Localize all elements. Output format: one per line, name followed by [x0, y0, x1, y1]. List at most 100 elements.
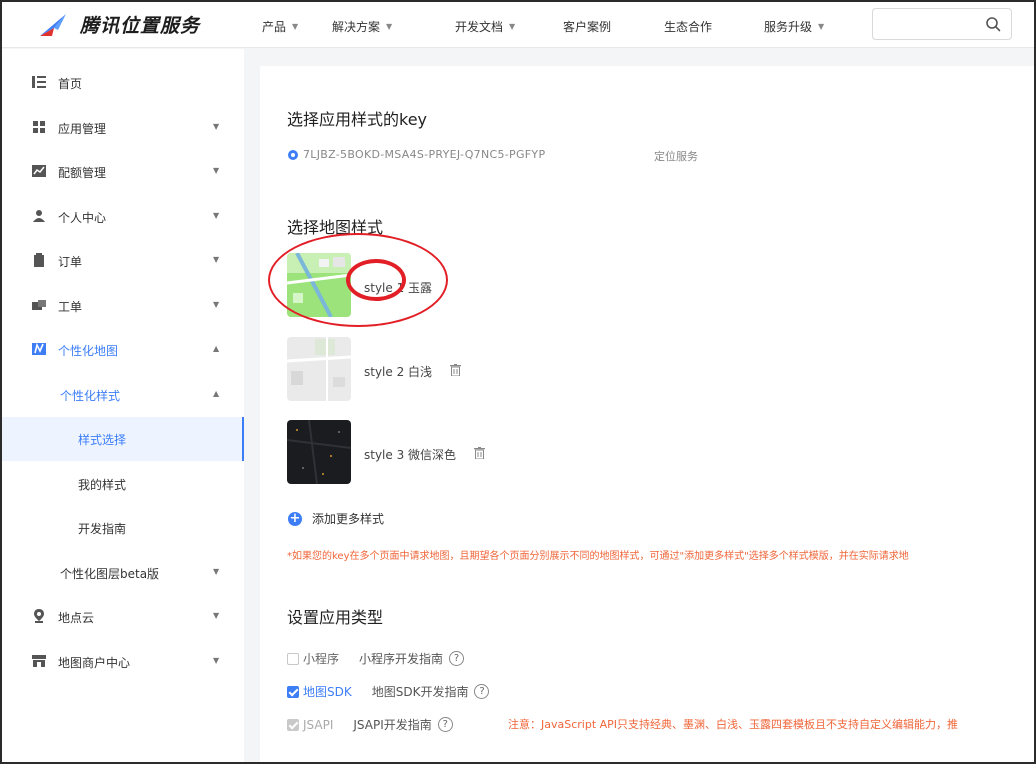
caret-down-icon: ▼	[509, 22, 516, 31]
miniprogram-guide-link[interactable]: 小程序开发指南?	[359, 650, 465, 667]
style-3-label[interactable]: style 3 微信深色	[364, 446, 456, 463]
sidebar-item-label: 开发指南	[78, 522, 127, 536]
chevron-up-icon: ▲	[213, 344, 220, 353]
sidebar-item-orders[interactable]: 订单 ▼	[2, 239, 244, 283]
chevron-down-icon: ▼	[213, 300, 220, 309]
map-sdk-label: 地图SDK	[303, 685, 352, 699]
nav-item-product[interactable]: 产品 ▼	[262, 18, 298, 35]
nav-item-ecosystem[interactable]: 生态合作	[664, 18, 712, 35]
sidebar-item-label: 我的样式	[78, 478, 127, 492]
jsapi-checkbox	[287, 718, 299, 731]
app-key-text: 7LJBZ-5BOKD-MSA4S-PRYEJ-Q7NC5-PGFYP	[303, 148, 546, 161]
sidebar-item-label: 个性化图层beta版	[60, 567, 160, 581]
brand-logo[interactable]: 腾讯位置服务	[38, 11, 200, 38]
user-icon	[33, 210, 45, 222]
nav-item-label: 生态合作	[664, 20, 713, 34]
sidebar-item-custom-map[interactable]: 个性化地图 ▲	[2, 328, 244, 372]
compass-logo-icon	[40, 13, 66, 36]
app-frame: 腾讯位置服务 产品 ▼ 解决方案 ▼ 开发文档 ▼ 客户案例 生态合作 服务升级 ▼	[0, 0, 1036, 764]
sidebar-item-label: 地图商户中心	[58, 656, 131, 670]
trash-icon[interactable]	[474, 447, 485, 459]
chevron-up-icon: ▲	[213, 389, 220, 398]
sidebar-item-label: 个性化地图	[58, 344, 119, 358]
caret-down-icon: ▼	[292, 22, 299, 31]
sidebar-item-label: 样式选择	[78, 433, 127, 447]
search-box	[872, 8, 1012, 40]
sidebar-item-custom-style[interactable]: 个性化样式 ▲	[2, 373, 244, 417]
sidebar-item-label: 个人中心	[58, 211, 107, 225]
sidebar-item-app-management[interactable]: 应用管理 ▼	[2, 106, 244, 150]
guide-label: JSAPI开发指南	[353, 718, 432, 732]
nav-item-docs[interactable]: 开发文档 ▼	[455, 18, 515, 35]
location-pin-icon	[34, 609, 44, 623]
app-type-option-jsapi: JSAPI JSAPI开发指南?	[287, 716, 453, 733]
sidebar-item-merchant-center[interactable]: 地图商户中心 ▼	[2, 640, 244, 684]
sidebar-item-label: 配额管理	[58, 166, 107, 180]
style-thumbnail-light[interactable]	[287, 337, 351, 401]
app-type-option-map-sdk: 地图SDK 地图SDK开发指南?	[287, 683, 490, 700]
guide-label: 小程序开发指南	[359, 652, 444, 666]
custom-map-icon	[32, 342, 46, 355]
jsapi-label: JSAPI	[303, 717, 334, 732]
top-header: 腾讯位置服务 产品 ▼ 解决方案 ▼ 开发文档 ▼ 客户案例 生态合作 服务升级 ▼	[2, 2, 1034, 48]
help-icon[interactable]: ?	[449, 651, 465, 666]
nav-item-label: 产品	[262, 20, 287, 34]
sidebar-item-quota-management[interactable]: 配额管理 ▼	[2, 150, 244, 194]
sidebar-item-personal-center[interactable]: 个人中心 ▼	[2, 195, 244, 239]
style-thumbnail-dark[interactable]	[287, 420, 351, 484]
add-more-styles-button[interactable]: + 添加更多样式	[288, 510, 384, 527]
chart-icon	[32, 165, 46, 177]
nav-item-label: 解决方案	[332, 20, 381, 34]
chevron-down-icon: ▼	[213, 255, 220, 264]
sidebar-item-custom-layer-beta[interactable]: 个性化图层beta版 ▼	[2, 551, 244, 595]
trash-icon[interactable]	[450, 364, 461, 376]
sidebar-item-label: 个性化样式	[60, 389, 121, 403]
plus-icon: +	[288, 510, 302, 526]
key-service-label: 定位服务	[654, 150, 698, 163]
chevron-down-icon: ▼	[213, 567, 220, 576]
grid-icon	[33, 121, 45, 133]
sidebar-item-dev-guide[interactable]: 开发指南	[2, 506, 244, 550]
key-section-title: 选择应用样式的key	[287, 110, 428, 129]
miniprogram-checkbox[interactable]	[287, 652, 299, 665]
nav-item-solutions[interactable]: 解决方案 ▼	[332, 18, 392, 35]
sidebar-item-my-styles[interactable]: 我的样式	[2, 462, 244, 506]
sidebar-item-label: 首页	[58, 77, 83, 91]
style-notice: *如果您的key在多个页面中请求地图，且期望各个页面分别展示不同的地图样式，可通…	[287, 551, 909, 562]
miniprogram-label: 小程序	[303, 652, 340, 666]
help-icon[interactable]: ?	[474, 684, 490, 699]
key-radio[interactable]	[288, 150, 298, 160]
sidebar-item-tickets[interactable]: 工单 ▼	[2, 284, 244, 328]
caret-down-icon: ▼	[386, 22, 393, 31]
sidebar-item-style-selection[interactable]: 样式选择	[2, 417, 244, 461]
sidebar-item-place-cloud[interactable]: 地点云 ▼	[2, 595, 244, 639]
main-content: 选择应用样式的key 7LJBZ-5BOKD-MSA4S-PRYEJ-Q7NC5…	[260, 66, 1034, 762]
style-2-label[interactable]: style 2 白浅	[364, 363, 432, 380]
chevron-down-icon: ▼	[213, 611, 220, 620]
nav-item-cases[interactable]: 客户案例	[563, 18, 611, 35]
nav-item-label: 服务升级	[764, 20, 813, 34]
brand-name: 腾讯位置服务	[80, 15, 201, 37]
sidebar-item-home[interactable]: 首页	[2, 61, 244, 105]
ticket-icon	[32, 300, 46, 310]
app-type-option-miniprogram: 小程序 小程序开发指南?	[287, 650, 465, 667]
search-input[interactable]	[873, 9, 983, 39]
guide-label: 地图SDK开发指南	[371, 685, 469, 699]
search-icon[interactable]	[985, 16, 1001, 32]
chevron-down-icon: ▼	[213, 166, 220, 175]
map-sdk-guide-link[interactable]: 地图SDK开发指南?	[372, 683, 490, 700]
store-icon	[32, 655, 46, 667]
list-icon	[32, 76, 46, 88]
sidebar-item-label: 订单	[58, 255, 83, 269]
sidebar-item-label: 工单	[58, 300, 83, 314]
sidebar-item-label: 地点云	[58, 611, 95, 625]
annotation-circle-small	[346, 259, 406, 301]
nav-item-upgrade[interactable]: 服务升级 ▼	[764, 18, 824, 35]
caret-down-icon: ▼	[818, 22, 825, 31]
chevron-down-icon: ▼	[213, 211, 220, 220]
nav-item-label: 客户案例	[563, 20, 612, 34]
map-sdk-checkbox[interactable]	[287, 685, 299, 698]
jsapi-guide-link[interactable]: JSAPI开发指南?	[353, 716, 453, 733]
help-icon[interactable]: ?	[437, 717, 453, 732]
chevron-down-icon: ▼	[213, 656, 220, 665]
